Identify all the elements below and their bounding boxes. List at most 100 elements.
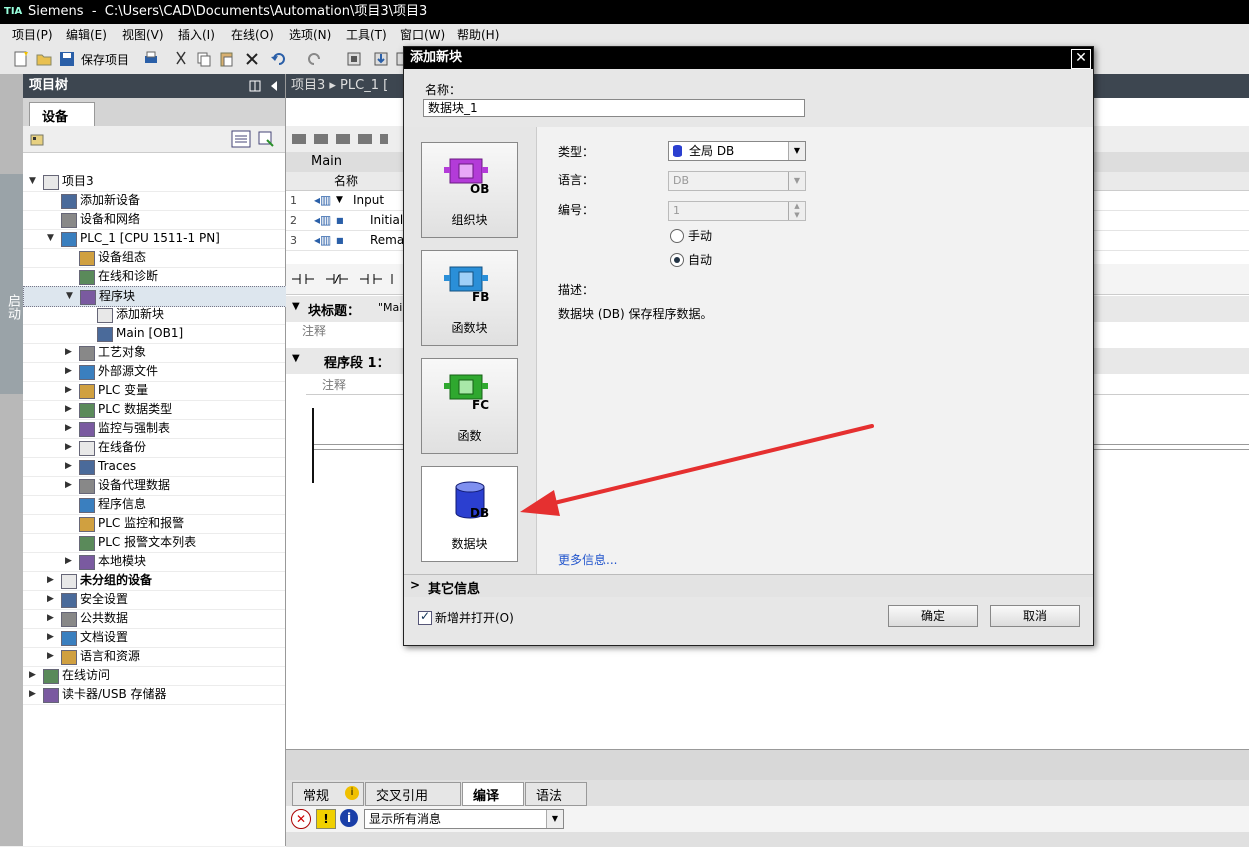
ok-button[interactable]: 确定 (888, 605, 978, 627)
tree-item[interactable]: ▶ 在线访问 (23, 666, 285, 686)
message-filter-select[interactable]: 显示所有消息 ▼ (364, 809, 564, 829)
menu-view[interactable]: 视图(V) (122, 24, 164, 46)
menu-online[interactable]: 在线(O) (231, 24, 274, 46)
menu-edit[interactable]: 编辑(E) (66, 24, 107, 46)
compile-icon[interactable] (345, 50, 363, 68)
tree-item[interactable]: ▶ 公共数据 (23, 609, 285, 629)
function-block-button[interactable]: FB 函数块 (421, 250, 518, 346)
tree-item[interactable]: PLC 监控和报警 (23, 514, 285, 534)
list-view-icon[interactable] (231, 130, 251, 148)
collapsed-arrow-icon[interactable]: ▶ (29, 685, 39, 704)
menu-insert[interactable]: 插入(I) (178, 24, 215, 46)
menu-help[interactable]: 帮助(H) (457, 24, 499, 46)
editor-toolbar-icons[interactable] (292, 131, 392, 147)
collapse-icon[interactable]: ▼ (292, 301, 300, 312)
tree-item[interactable]: ▼ 项目3 (23, 172, 285, 192)
tree-item[interactable]: ▶ 未分组的设备 (23, 571, 285, 591)
block-comment[interactable]: 注释 (302, 322, 326, 339)
expanded-arrow-icon[interactable]: ▼ (47, 229, 57, 248)
copy-icon[interactable] (195, 50, 213, 68)
function-button[interactable]: FC 函数 (421, 358, 518, 454)
delete-icon[interactable] (243, 50, 261, 68)
tree-item[interactable]: ▶ 外部源文件 (23, 362, 285, 382)
menu-window[interactable]: 窗口(W) (400, 24, 445, 46)
tab-syntax[interactable]: 语法 (525, 782, 587, 806)
devices-tab[interactable]: 设备 (29, 102, 95, 127)
tree-item[interactable]: PLC 报警文本列表 (23, 533, 285, 553)
tree-item[interactable]: ▶ Traces (23, 457, 285, 477)
tab-cross-reference[interactable]: 交叉引用 (365, 782, 461, 806)
tree-item[interactable]: ▶ 本地模块 (23, 552, 285, 572)
data-block-button[interactable]: DB 数据块 (421, 466, 518, 562)
tree-item[interactable]: ▶ 工艺对象 (23, 343, 285, 363)
expanded-arrow-icon[interactable]: ▼ (66, 287, 76, 306)
add-and-open-checkbox[interactable] (418, 609, 432, 625)
tree-item[interactable]: 设备组态 (23, 248, 285, 268)
collapsed-arrow-icon[interactable]: ▶ (65, 362, 75, 381)
dropdown-arrow-icon[interactable]: ▼ (546, 810, 563, 828)
add-device-icon[interactable] (29, 131, 45, 147)
tree-item[interactable]: ▶ PLC 变量 (23, 381, 285, 401)
tab-compile[interactable]: 编译 (462, 782, 524, 806)
collapsed-arrow-icon[interactable]: ▶ (65, 476, 75, 495)
manual-radio[interactable] (670, 229, 684, 243)
new-project-icon[interactable] (12, 50, 30, 68)
tree-item[interactable]: ▶ 语言和资源 (23, 647, 285, 667)
collapsed-arrow-icon[interactable]: ▶ (65, 343, 75, 362)
tree-item[interactable]: ▶ PLC 数据类型 (23, 400, 285, 420)
expand-right-icon[interactable]: > (410, 578, 420, 592)
save-project-button[interactable]: 保存项目 (81, 51, 129, 68)
tree-item[interactable]: 设备和网络 (23, 210, 285, 230)
cancel-button[interactable]: 取消 (990, 605, 1080, 627)
start-side-tab[interactable]: 启动 (0, 174, 23, 394)
more-info-link[interactable]: 更多信息... (558, 551, 617, 568)
tree-item[interactable]: ▶ 设备代理数据 (23, 476, 285, 496)
print-icon[interactable] (142, 50, 160, 68)
tree-item[interactable]: ▼ 程序块 (23, 286, 287, 307)
collapsed-arrow-icon[interactable]: ▶ (47, 628, 57, 647)
tree-item[interactable]: ▶ 监控与强制表 (23, 419, 285, 439)
collapsed-arrow-icon[interactable]: ▶ (65, 419, 75, 438)
tab-general[interactable]: 常规 i (292, 782, 364, 806)
ladder-contacts-icon[interactable] (292, 272, 402, 286)
tree-item[interactable]: ▶ 在线备份 (23, 438, 285, 458)
db-type-select[interactable]: 全局 DB ▼ (668, 141, 806, 161)
collapsed-arrow-icon[interactable]: ▶ (47, 609, 57, 628)
collapsed-arrow-icon[interactable]: ▶ (65, 438, 75, 457)
panel-layout-icon[interactable] (249, 80, 261, 92)
download-icon[interactable] (372, 50, 390, 68)
network-comment[interactable]: 注释 (322, 376, 346, 393)
expanded-arrow-icon[interactable]: ▼ (29, 172, 39, 191)
collapsed-arrow-icon[interactable]: ▶ (47, 571, 57, 590)
collapse-left-icon[interactable] (269, 80, 279, 92)
error-filter-icon[interactable]: ✕ (291, 809, 311, 829)
cut-icon[interactable] (172, 50, 190, 68)
collapsed-arrow-icon[interactable]: ▶ (65, 552, 75, 571)
info-filter-icon[interactable]: i (340, 809, 358, 827)
collapsed-arrow-icon[interactable]: ▶ (65, 457, 75, 476)
tree-item[interactable]: 程序信息 (23, 495, 285, 515)
menu-tools[interactable]: 工具(T) (346, 24, 387, 46)
collapsed-arrow-icon[interactable]: ▶ (29, 666, 39, 685)
tree-item[interactable]: 在线和诊断 (23, 267, 285, 287)
block-name-input[interactable]: 数据块_1 (423, 99, 805, 117)
undo-icon[interactable] (270, 50, 288, 68)
tree-item[interactable]: 添加新块 (23, 305, 285, 325)
collapsed-arrow-icon[interactable]: ▶ (47, 647, 57, 666)
menu-project[interactable]: 项目(P) (12, 24, 53, 46)
organization-block-button[interactable]: OB 组织块 (421, 142, 518, 238)
expand-arrow-icon[interactable]: ▼ (336, 191, 343, 210)
tree-item[interactable]: ▶ 安全设置 (23, 590, 285, 610)
collapsed-arrow-icon[interactable]: ▶ (47, 590, 57, 609)
auto-radio[interactable] (670, 253, 684, 267)
tree-options-icon[interactable] (257, 130, 275, 148)
menu-options[interactable]: 选项(N) (289, 24, 331, 46)
warning-filter-icon[interactable]: ! (316, 809, 336, 829)
tree-item[interactable]: ▶ 读卡器/USB 存储器 (23, 685, 285, 705)
tree-item[interactable]: Main [OB1] (23, 324, 285, 344)
tree-item[interactable]: 添加新设备 (23, 191, 285, 211)
collapse-icon[interactable]: ▼ (292, 353, 300, 364)
other-info-section[interactable]: > 其它信息 (404, 574, 1093, 598)
close-icon[interactable]: ✕ (1071, 49, 1091, 69)
tree-item[interactable]: ▼ PLC_1 [CPU 1511-1 PN] (23, 229, 285, 249)
